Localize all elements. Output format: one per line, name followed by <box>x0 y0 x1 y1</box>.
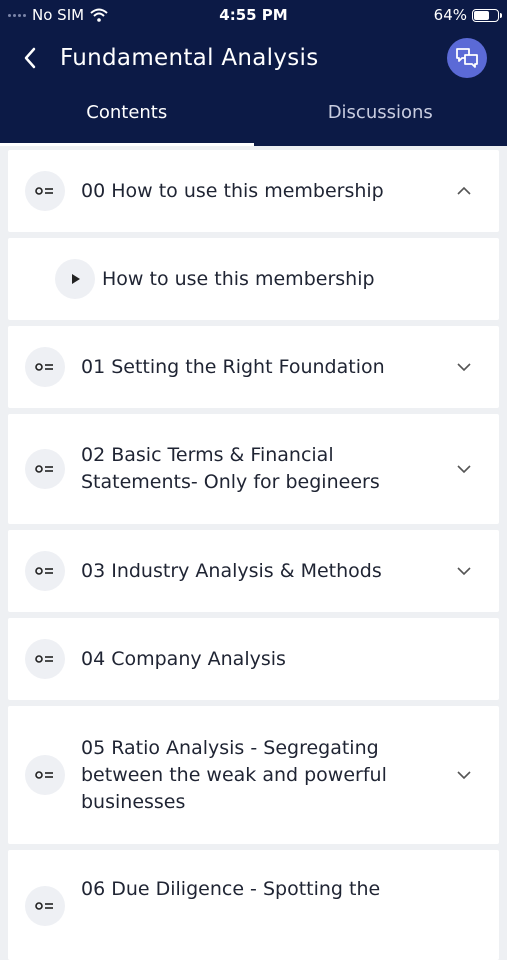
section-item[interactable]: 05 Ratio Analysis - Segregating between … <box>8 706 499 844</box>
list-icon <box>25 347 65 387</box>
section-title: 04 Company Analysis <box>81 646 499 673</box>
back-button[interactable] <box>0 36 60 80</box>
list-icon <box>25 551 65 591</box>
play-icon <box>55 259 95 299</box>
list-icon <box>25 449 65 489</box>
chevron-down-icon[interactable] <box>429 464 499 474</box>
section-item[interactable]: 02 Basic Terms & Financial Statements- O… <box>8 414 499 524</box>
section-title: 00 How to use this membership <box>81 178 429 205</box>
list-icon <box>25 886 65 926</box>
section-title: 03 Industry Analysis & Methods <box>81 558 429 585</box>
lesson-title: How to use this membership <box>102 266 499 293</box>
section-item[interactable]: 01 Setting the Right Foundation <box>8 326 499 408</box>
section-item[interactable]: 00 How to use this membership <box>8 150 499 232</box>
tab-bar: Contents Discussions <box>0 86 507 146</box>
section-title: 01 Setting the Right Foundation <box>81 354 429 381</box>
list-icon <box>25 639 65 679</box>
status-bar: No SIM 4:55 PM 64% <box>0 0 507 30</box>
battery-icon <box>472 9 499 22</box>
chevron-down-icon[interactable] <box>429 770 499 780</box>
section-item[interactable]: 03 Industry Analysis & Methods <box>8 530 499 612</box>
app-header: No SIM 4:55 PM 64% Fundamental Analysis <box>0 0 507 146</box>
tab-discussions[interactable]: Discussions <box>254 86 507 146</box>
list-icon <box>25 171 65 211</box>
list-icon <box>25 755 65 795</box>
chevron-down-icon[interactable] <box>429 566 499 576</box>
status-time: 4:55 PM <box>0 6 507 24</box>
chat-icon <box>455 47 479 69</box>
chevron-down-icon[interactable] <box>429 362 499 372</box>
contents-list: 00 How to use this membership How to use… <box>0 146 507 960</box>
section-item[interactable]: 06 Due Diligence - Spotting the <box>8 850 499 960</box>
section-title: 05 Ratio Analysis - Segregating between … <box>81 735 429 816</box>
section-title: 02 Basic Terms & Financial Statements- O… <box>81 442 429 496</box>
section-item[interactable]: 04 Company Analysis <box>8 618 499 700</box>
tab-contents[interactable]: Contents <box>0 86 254 146</box>
section-title: 06 Due Diligence - Spotting the <box>81 876 499 903</box>
page-title: Fundamental Analysis <box>60 45 447 71</box>
chevron-left-icon <box>23 47 37 69</box>
lesson-item[interactable]: How to use this membership <box>8 238 499 320</box>
chevron-up-icon[interactable] <box>429 186 499 196</box>
chat-button[interactable] <box>447 38 487 78</box>
battery-percent: 64% <box>434 6 467 24</box>
